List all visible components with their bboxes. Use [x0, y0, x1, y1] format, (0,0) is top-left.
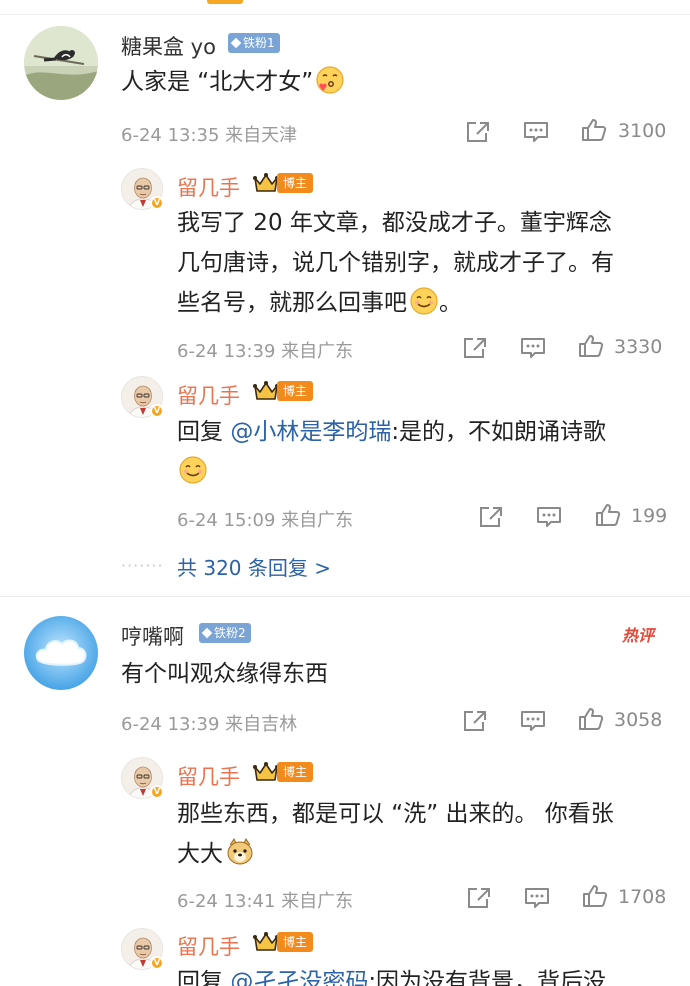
avatar[interactable] — [24, 616, 98, 690]
fan-level-badge: 铁粉2 — [199, 623, 251, 643]
comment-icon[interactable] — [536, 505, 562, 529]
comment-timestamp: 6-24 13:35 来自天津 — [121, 125, 298, 146]
diamond-icon — [201, 627, 213, 639]
blogger-tag: 博主 — [277, 932, 314, 952]
verified-badge-icon: V — [150, 196, 164, 210]
share-icon[interactable] — [462, 336, 488, 360]
hot-comment-badge: 热评 — [622, 626, 655, 645]
mention-link[interactable]: @小林是李昀瑞 — [230, 419, 391, 445]
reply-text-line: 回复 @孑孑没密码:因为没有背景，背后没 — [177, 964, 606, 986]
reply-prefix: 回复 — [177, 969, 231, 986]
reply-text-segment: :是的，不如朗诵诗歌 — [391, 419, 607, 445]
reply-text-line: 我写了 20 年文章，都没成才子。董宇辉念 — [177, 210, 612, 236]
crown-icon — [253, 380, 279, 402]
share-icon[interactable] — [478, 505, 504, 529]
blogger-tag: 博主 — [277, 762, 314, 782]
reply-text-line: 大大 — [177, 836, 255, 872]
verified-badge-icon: V — [150, 404, 164, 418]
doge-emoji-icon — [225, 837, 255, 867]
comment-text: 人家是 “北大才女” — [121, 64, 345, 100]
blogger-badge: 博主 — [253, 931, 314, 953]
share-icon[interactable] — [465, 120, 491, 144]
like-count: 3058 — [614, 709, 663, 731]
like-count: 3330 — [614, 336, 663, 358]
reply-username[interactable]: 留几手 — [177, 380, 240, 410]
avatar[interactable] — [24, 26, 98, 100]
reply-text-segment: :因为没有背景，背后没 — [368, 969, 607, 986]
smile-emoji-icon — [409, 286, 439, 316]
avatar-image — [24, 26, 98, 100]
reply-timestamp: 6-24 15:09 来自广东 — [177, 510, 354, 531]
reply-text-segment: 大大 — [177, 841, 223, 867]
blogger-tag: 博主 — [277, 173, 314, 193]
reply-text-line: 那些东西，都是可以 “洗” 出来的。 你看张 — [177, 801, 614, 827]
share-icon[interactable] — [466, 886, 492, 910]
crown-icon — [253, 761, 279, 783]
reply-username[interactable]: 留几手 — [177, 761, 240, 791]
crown-icon — [253, 172, 279, 194]
comment-icon[interactable] — [520, 336, 546, 360]
comment-username[interactable]: 哼嘴啊 — [121, 621, 184, 651]
diamond-icon — [230, 37, 242, 49]
fan-level-label: 铁粉2 — [214, 626, 246, 640]
like-count: 199 — [631, 505, 668, 527]
mention-link[interactable]: @孑孑没密码 — [230, 969, 368, 986]
reply-text-line: 些名号，就那么回事吧 。 — [177, 285, 462, 321]
reply-text-line: 几句唐诗，说几个错别字，就成才子了。有 — [177, 250, 614, 276]
avatar-image — [24, 616, 98, 690]
like-icon[interactable] — [582, 884, 608, 908]
share-icon[interactable] — [462, 709, 488, 733]
more-replies-link[interactable]: 共 320 条回复 > — [177, 552, 331, 581]
comment-username[interactable]: 糖果盒 yo — [121, 31, 216, 61]
comment-timestamp: 6-24 13:39 来自吉林 — [121, 714, 298, 735]
fan-level-badge: 铁粉1 — [228, 33, 280, 53]
like-icon[interactable] — [578, 334, 604, 358]
like-count: 3100 — [618, 120, 667, 142]
blogger-tag: 博主 — [277, 381, 314, 401]
reply-timestamp: 6-24 13:39 来自广东 — [177, 341, 354, 362]
comment-text: 有个叫观众缘得东西 — [121, 661, 328, 687]
blogger-badge: 博主 — [253, 172, 314, 194]
active-tab-indicator — [207, 0, 243, 4]
blogger-badge: 博主 — [253, 761, 314, 783]
more-replies-dots: ······· — [121, 556, 164, 575]
like-icon[interactable] — [578, 707, 604, 731]
kiss-emoji-icon — [315, 65, 345, 95]
like-count: 1708 — [618, 886, 667, 908]
reply-username[interactable]: 留几手 — [177, 931, 240, 961]
reply-text-line: 回复 @小林是李昀瑞:是的，不如朗诵诗歌 — [177, 414, 606, 450]
crown-icon — [253, 931, 279, 953]
reply-prefix: 回复 — [177, 419, 231, 445]
blogger-badge: 博主 — [253, 380, 314, 402]
comment-divider — [0, 596, 690, 597]
comment-icon[interactable] — [524, 886, 550, 910]
verified-badge-icon: V — [150, 785, 164, 799]
like-icon[interactable] — [581, 118, 607, 142]
reply-text-segment: 些名号，就那么回事吧 — [177, 290, 407, 316]
comment-body: 人家是 “北大才女” — [121, 69, 314, 95]
smile-emoji-icon — [178, 455, 208, 485]
like-icon[interactable] — [595, 503, 621, 527]
comment-icon[interactable] — [520, 709, 546, 733]
verified-badge-icon: V — [150, 956, 164, 970]
reply-timestamp: 6-24 13:41 来自广东 — [177, 891, 354, 912]
reply-username[interactable]: 留几手 — [177, 172, 240, 202]
fan-level-label: 铁粉1 — [243, 36, 275, 50]
reply-text-tail: 。 — [439, 290, 462, 316]
header-divider — [0, 14, 690, 15]
comment-icon[interactable] — [523, 120, 549, 144]
